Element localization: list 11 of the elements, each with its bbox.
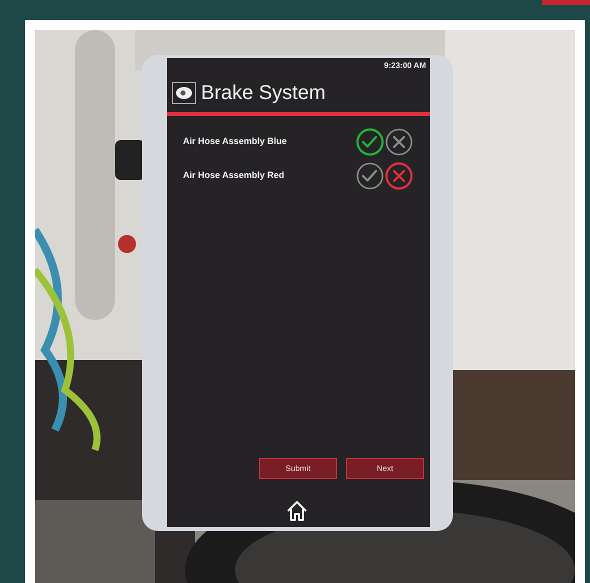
checklist-item-label: Air Hose Assembly Blue — [183, 135, 287, 148]
check-circle-icon[interactable] — [356, 162, 384, 190]
cross-circle-icon[interactable] — [385, 128, 413, 156]
screen-title: Brake System — [201, 81, 326, 106]
cross-circle-icon[interactable] — [385, 162, 413, 190]
checklist-item-label: Air Hose Assembly Red — [183, 169, 284, 182]
check-circle-icon[interactable] — [356, 128, 384, 156]
submit-button[interactable]: Submit — [259, 458, 337, 479]
next-button[interactable]: Next — [346, 458, 424, 479]
home-icon[interactable] — [285, 499, 309, 523]
clock-time: 9:23:00 AM — [384, 60, 426, 72]
